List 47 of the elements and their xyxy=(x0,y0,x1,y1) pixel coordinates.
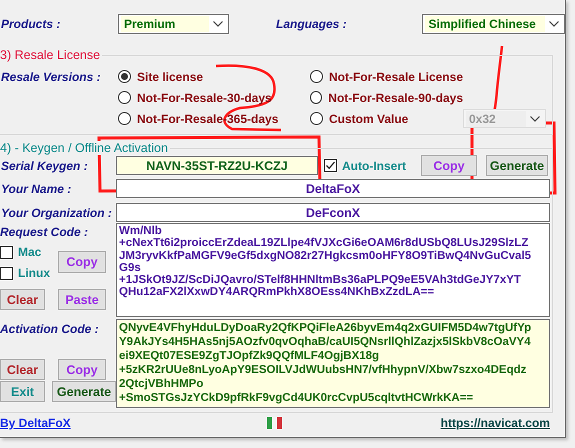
field-label: Your Organization : xyxy=(0,206,113,220)
field-label: Request Code : xyxy=(0,224,90,241)
website-link[interactable]: https://navicat.com xyxy=(440,416,550,430)
radio-label[interactable]: Custom Value xyxy=(329,112,408,126)
organization-field[interactable]: DeFconX xyxy=(116,203,550,222)
radio-button[interactable] xyxy=(118,70,131,83)
products-dropdown[interactable]: Premium xyxy=(118,14,229,34)
checkbox-label[interactable]: Linux xyxy=(18,266,50,280)
radio-label[interactable]: Not-For-Resale License xyxy=(328,70,463,84)
chevron-icon xyxy=(549,21,559,27)
clear-button[interactable]: Clear xyxy=(0,289,45,310)
checkbox[interactable] xyxy=(0,246,13,258)
serial-field[interactable]: NAVN-35ST-RZ2U-KCZJ xyxy=(116,156,318,175)
radio-label[interactable]: Not-For-Resale-30-days xyxy=(137,90,272,104)
name-field[interactable]: DeltaFoX xyxy=(116,179,550,198)
chevron-icon xyxy=(212,21,223,27)
clear-button[interactable]: Clear xyxy=(0,359,45,380)
radio-button[interactable] xyxy=(310,112,323,125)
field-label: Activation Code : xyxy=(0,322,100,338)
copy-button[interactable]: Copy xyxy=(58,359,106,380)
chevron-icon xyxy=(530,116,540,122)
generate-button[interactable]: Generate xyxy=(52,381,116,402)
copy-button[interactable]: Copy xyxy=(58,251,106,273)
field-label: Languages : xyxy=(274,17,348,31)
flag-icon xyxy=(267,417,282,429)
radio-button[interactable] xyxy=(310,91,322,104)
languages-dropdown[interactable]: Simplified Chinese xyxy=(422,14,565,34)
radio-label[interactable]: Site license xyxy=(137,70,204,84)
radio-label[interactable]: Not-For-Resale-90-days xyxy=(328,90,463,104)
copy-button[interactable]: Copy xyxy=(421,155,477,176)
field-label: Your Name : xyxy=(0,182,72,196)
checkbox[interactable] xyxy=(0,266,13,280)
request-code-field[interactable]: Wm/Nlb +cNexTt6i2proiccErZdeaL19ZLlpe4fVJXcGi6eOAM6r8dUSbQ8LUsJ29SlzLZ JM3ryvKkfPaMGFV9eGf5dxgNO82r27Hgkcsm0oHFY8O9TiBwQ4NvGuCval5 G9s +1JSkOt9JZ/ScDiJQavro/STelf8HHNltmBs36aPLPQ9eE5VAh3tdGeJY7xYT QHu12aFX2lXxwDY4ARQRmPkhX8OEss4NKhBxZzdLA== xyxy=(116,223,550,317)
checkbox-label[interactable]: Auto-Insert xyxy=(342,158,406,172)
radio-button[interactable] xyxy=(118,91,131,104)
activation-code-field[interactable]: QNyvE4VFhyHduLDyDoaRy2QfKPQiFleA26byvEm4q2xGUIFM5D4w7tgUfYp Y9AkJYs4H5HAs5nj5AOzfv0qvOqhaB/caUI5QNsrllQhlZazjx5lSkbV8cOaVY4 ei9XEQt07ESE9ZgTJOpfZk9QQfMLF4OgjBX18g +5zKR2rUUe8nLyoApY9ESOILVJdWUubsHN7/vfHhypnV/Xbw7szxo4DEqdz 2QtcjVBhHMPo +SmoSTGsJzYCkD9pfRkF9vgCd4UK0rcCvpU5cqltvtHCWrkKA== xyxy=(116,319,550,408)
checkbox[interactable] xyxy=(324,159,337,172)
radio-button[interactable] xyxy=(310,70,323,83)
checkbox-label[interactable]: Mac xyxy=(18,245,42,259)
section-title: 4) - Keygen / Offline Activation xyxy=(0,141,170,155)
field-label: Serial Keygen : xyxy=(0,158,89,172)
field-label: Products : xyxy=(0,17,62,31)
author-link[interactable]: By DeltaFoX xyxy=(0,416,71,430)
section-title: 3) Resale License xyxy=(0,48,102,62)
field-label: Resale Versions : xyxy=(0,70,102,84)
radio-button[interactable] xyxy=(118,112,131,125)
paste-button[interactable]: Paste xyxy=(58,289,106,310)
